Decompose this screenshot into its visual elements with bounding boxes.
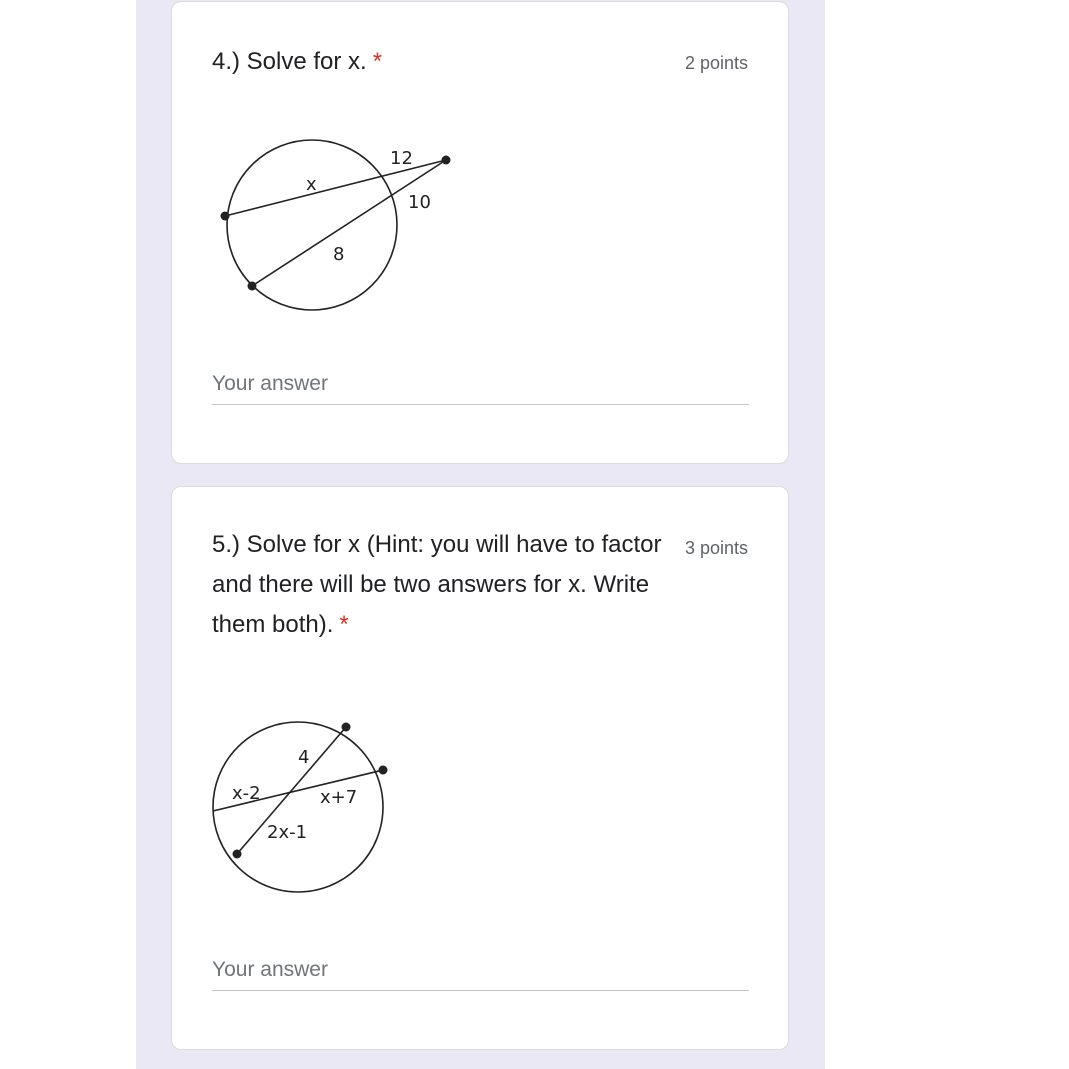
- secant-circle-figure: 12 x 10 8: [220, 139, 451, 311]
- figure-label-2x-minus-1: 2x-1: [267, 822, 307, 843]
- question-text: 5.) Solve for x (Hint: you will have to …: [212, 531, 662, 638]
- points-label: 3 points: [684, 538, 748, 558]
- endpoint-dot: [232, 849, 242, 859]
- question-text: 4.) Solve for x.: [212, 48, 367, 75]
- figure-label-12: 12: [390, 148, 413, 169]
- answer-input[interactable]: [212, 372, 749, 405]
- external-point-dot: [441, 155, 451, 165]
- question-card-4: 4.) Solve for x. * 2 points 12 x 10 8: [171, 1, 789, 464]
- endpoint-dot: [341, 722, 351, 732]
- figure-label-x-plus-7: x+7: [320, 787, 357, 808]
- lower-secant-line: [251, 159, 447, 287]
- endpoint-dot: [220, 211, 230, 221]
- question-title: 5.) Solve for x (Hint: you will have to …: [212, 525, 662, 645]
- figure-label-x: x: [306, 174, 317, 195]
- figure-label-8: 8: [333, 244, 344, 265]
- figure-label-x-minus-2: x-2: [232, 783, 261, 804]
- points-label: 2 points: [684, 53, 748, 73]
- endpoint-dot: [378, 765, 388, 775]
- required-asterisk: *: [339, 611, 349, 638]
- intersecting-chords-figure: 4 x-2 x+7 2x-1: [212, 721, 388, 893]
- answer-input[interactable]: [212, 958, 749, 991]
- required-asterisk: *: [372, 48, 383, 75]
- figure-label-10: 10: [408, 192, 431, 213]
- figure-label-4: 4: [298, 747, 309, 768]
- question-card-5: 5.) Solve for x (Hint: you will have to …: [171, 486, 789, 1050]
- endpoint-dot: [247, 281, 257, 291]
- question-title: 4.) Solve for x. *: [212, 42, 662, 82]
